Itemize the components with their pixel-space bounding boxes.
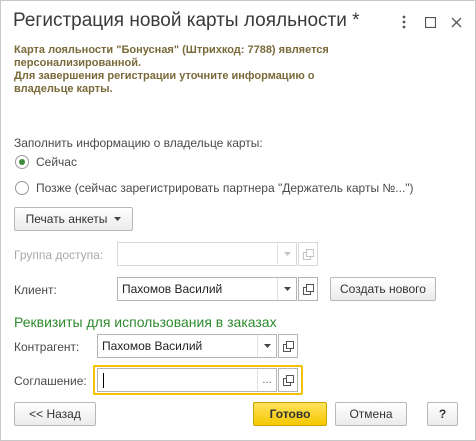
chevron-down-icon[interactable] [277,278,296,300]
agreement-field[interactable]: ... [97,368,277,392]
client-open-button[interactable] [298,277,318,301]
cancel-label: Отмена [349,407,393,421]
access-group-open-button [298,242,318,266]
radio-now[interactable] [15,155,29,169]
done-label: Готово [269,407,311,421]
open-icon [282,374,294,386]
info-message: Карта лояльности "Бонусная" (Штрихкод: 7… [14,44,434,96]
print-form-label: Печать анкеты [25,212,108,226]
chevron-down-icon[interactable] [257,335,276,357]
client-label: Клиент: [14,283,57,297]
agreement-value[interactable] [98,369,257,391]
access-group-label: Группа доступа: [14,248,104,262]
window-title: Регистрация новой карты лояльности * [13,10,360,31]
open-icon [302,283,314,295]
chevron-down-icon [277,243,296,265]
text-caret [103,372,104,388]
back-label: << Назад [29,407,81,421]
create-new-client-button[interactable]: Создать нового [330,277,436,301]
chevron-down-icon [114,217,122,221]
radio-later-label[interactable]: Позже (сейчас зарегистрировать партнера … [36,181,414,195]
radio-later[interactable] [15,181,29,195]
fill-info-label: Заполнить информацию о владельце карты: [14,136,263,150]
order-details-title: Реквизиты для использования в заказах [14,314,277,330]
close-icon[interactable] [443,11,469,33]
create-new-label: Создать нового [340,282,426,296]
client-field[interactable]: Пахомов Василий [117,277,297,301]
dialog-window: Регистрация новой карты лояльности * Кар… [0,0,476,441]
info-line: Для завершения регистрации уточните инфо… [14,70,315,82]
cancel-button[interactable]: Отмена [335,402,407,426]
counterparty-open-button[interactable] [278,334,298,358]
client-value: Пахомов Василий [122,282,223,296]
counterparty-field[interactable]: Пахомов Василий [97,334,277,358]
agreement-label: Соглашение: [14,374,87,388]
print-form-button[interactable]: Печать анкеты [14,207,133,231]
info-line: Карта лояльности "Бонусная" (Штрихкод: 7… [14,44,329,56]
info-line: персонализированной. [14,57,142,69]
info-line: владельце карты. [14,83,113,95]
back-button[interactable]: << Назад [14,402,96,426]
radio-now-label[interactable]: Сейчас [36,155,77,169]
select-ellipsis-icon[interactable]: ... [257,369,276,391]
counterparty-value: Пахомов Василий [102,339,203,353]
help-button[interactable]: ? [427,402,458,426]
open-icon [282,340,294,352]
agreement-open-button[interactable] [278,368,298,392]
open-icon [302,248,314,260]
title-bar-controls [391,11,469,33]
counterparty-label: Контрагент: [14,340,80,354]
more-actions-icon[interactable] [391,11,417,33]
done-button[interactable]: Готово [253,402,327,426]
help-label: ? [438,407,447,421]
access-group-field [117,242,297,266]
maximize-icon[interactable] [417,11,443,33]
access-group-value [118,243,277,265]
